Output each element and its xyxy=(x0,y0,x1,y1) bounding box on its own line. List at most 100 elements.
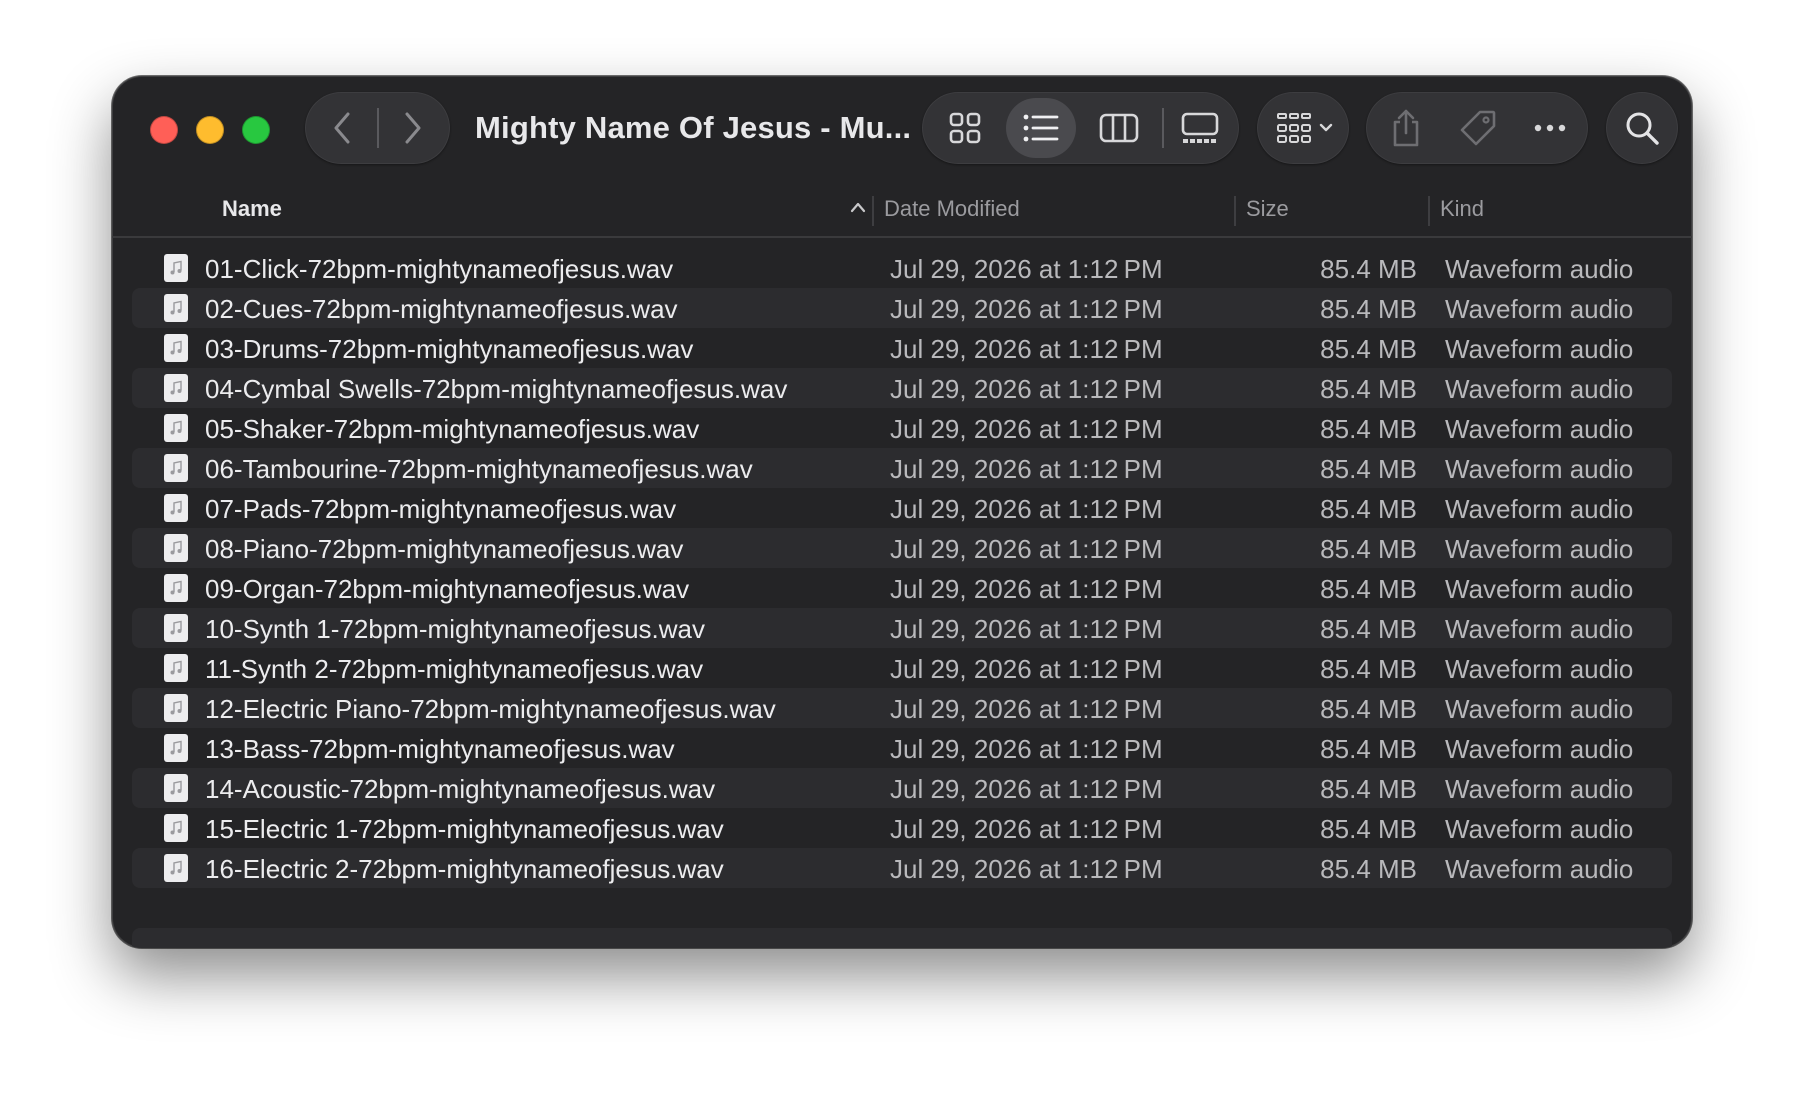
view-mode-group xyxy=(922,92,1239,164)
table-row[interactable]: 10-Synth 1-72bpm-mightynameofjesus.wav Ju… xyxy=(132,608,1672,648)
file-date-modified: Jul 29, 2026 at 1:12 PM xyxy=(890,854,1163,884)
table-row[interactable]: 14-Acoustic-72bpm-mightynameofjesus.wav J… xyxy=(132,768,1672,808)
audio-file-icon xyxy=(164,814,188,842)
column-separator[interactable] xyxy=(1234,196,1236,226)
file-date-modified: Jul 29, 2026 at 1:12 PM xyxy=(890,814,1163,844)
search-icon xyxy=(1626,112,1659,145)
file-size: 85.4 MB xyxy=(1320,414,1417,444)
file-kind: Waveform audio xyxy=(1445,334,1634,364)
table-row[interactable]: 05-Shaker-72bpm-mightynameofjesus.wav Jul… xyxy=(132,408,1672,448)
table-row[interactable]: 07-Pads-72bpm-mightynameofjesus.wav Jul 2… xyxy=(132,488,1672,528)
file-name: 06-Tambourine-72bpm-mightynameofjesus.wa… xyxy=(205,454,753,484)
file-name: 02-Cues-72bpm-mightynameofjesus.wav xyxy=(205,294,678,324)
file-name: 16-Electric 2-72bpm-mightynameofjesus.wa… xyxy=(205,854,724,884)
column-header-name[interactable]: Name xyxy=(222,196,282,222)
more-button[interactable] xyxy=(1518,98,1582,158)
table-row[interactable]: 15-Electric 1-72bpm-mightynameofjesus.wa… xyxy=(132,808,1672,848)
file-size: 85.4 MB xyxy=(1320,454,1417,484)
file-kind: Waveform audio xyxy=(1445,494,1634,524)
file-name: 07-Pads-72bpm-mightynameofjesus.wav xyxy=(205,494,677,524)
file-date-modified: Jul 29, 2026 at 1:12 PM xyxy=(890,654,1163,684)
share-button[interactable] xyxy=(1374,98,1438,158)
file-size: 85.4 MB xyxy=(1320,854,1417,884)
file-name: 14-Acoustic-72bpm-mightynameofjesus.wav xyxy=(205,774,716,804)
back-button[interactable] xyxy=(311,98,373,158)
file-kind: Waveform audio xyxy=(1445,574,1634,604)
file-date-modified: Jul 29, 2026 at 1:12 PM xyxy=(890,254,1163,284)
column-separator[interactable] xyxy=(872,196,874,226)
table-row[interactable]: 04-Cymbal Swells-72bpm-mightynameofjesus… xyxy=(132,368,1672,408)
file-kind: Waveform audio xyxy=(1445,694,1634,724)
file-name: 01-Click-72bpm-mightynameofjesus.wav xyxy=(205,254,674,284)
file-kind: Waveform audio xyxy=(1445,814,1634,844)
audio-file-icon xyxy=(164,534,188,562)
file-name: 09-Organ-72bpm-mightynameofjesus.wav xyxy=(205,574,690,604)
file-name: 05-Shaker-72bpm-mightynameofjesus.wav xyxy=(205,414,700,444)
chevron-down-icon xyxy=(1319,123,1333,132)
icon-view-button[interactable] xyxy=(930,98,1000,158)
search-button[interactable] xyxy=(1606,92,1678,164)
file-date-modified: Jul 29, 2026 at 1:12 PM xyxy=(890,614,1163,644)
table-row[interactable]: 11-Synth 2-72bpm-mightynameofjesus.wav Ju… xyxy=(132,648,1672,688)
table-row[interactable]: 09-Organ-72bpm-mightynameofjesus.wav Jul … xyxy=(132,568,1672,608)
table-row[interactable]: 01-Click-72bpm-mightynameofjesus.wav Jul … xyxy=(132,248,1672,288)
audio-file-icon xyxy=(164,774,188,802)
column-header-kind[interactable]: Kind xyxy=(1440,196,1484,222)
table-row[interactable]: 02-Cues-72bpm-mightynameofjesus.wav Jul 2… xyxy=(132,288,1672,328)
column-header-date-modified[interactable]: Date Modified xyxy=(884,196,1020,222)
file-list: 01-Click-72bpm-mightynameofjesus.wav Jul … xyxy=(132,248,1672,888)
file-kind: Waveform audio xyxy=(1445,294,1634,324)
file-date-modified: Jul 29, 2026 at 1:12 PM xyxy=(890,494,1163,524)
tag-icon xyxy=(1460,110,1496,146)
file-date-modified: Jul 29, 2026 at 1:12 PM xyxy=(890,374,1163,404)
table-row[interactable]: 03-Drums-72bpm-mightynameofjesus.wav Jul … xyxy=(132,328,1672,368)
file-size: 85.4 MB xyxy=(1320,494,1417,524)
close-window-button[interactable] xyxy=(150,116,178,144)
maximize-window-button[interactable] xyxy=(242,116,270,144)
audio-file-icon xyxy=(164,734,188,762)
tag-button[interactable] xyxy=(1446,98,1510,158)
file-name: 11-Synth 2-72bpm-mightynameofjesus.wav xyxy=(205,654,704,684)
audio-file-icon xyxy=(164,374,188,402)
file-size: 85.4 MB xyxy=(1320,294,1417,324)
column-view-button[interactable] xyxy=(1084,98,1154,158)
search-control[interactable] xyxy=(1612,98,1672,158)
audio-file-icon xyxy=(164,494,188,522)
list-view-button[interactable] xyxy=(1006,98,1076,158)
table-row[interactable]: 08-Piano-72bpm-mightynameofjesus.wav Jul … xyxy=(132,528,1672,568)
file-name: 12-Electric Piano-72bpm-mightynameofjesu… xyxy=(205,694,776,724)
empty-list-row xyxy=(132,928,1672,948)
chevron-right-icon xyxy=(405,112,421,144)
group-by-control[interactable] xyxy=(1267,98,1343,158)
file-size: 85.4 MB xyxy=(1320,614,1417,644)
file-size: 85.4 MB xyxy=(1320,734,1417,764)
icon-view-icon xyxy=(949,112,981,144)
table-row[interactable]: 12-Electric Piano-72bpm-mightynameofjesu… xyxy=(132,688,1672,728)
file-name: 15-Electric 1-72bpm-mightynameofjesus.wa… xyxy=(205,814,724,844)
finder-window: Mighty Name Of Jesus - Mu... Name Date M… xyxy=(112,76,1692,948)
navigation-group xyxy=(305,92,450,164)
file-size: 85.4 MB xyxy=(1320,254,1417,284)
group-by-button[interactable] xyxy=(1257,92,1349,164)
table-row[interactable]: 16-Electric 2-72bpm-mightynameofjesus.wa… xyxy=(132,848,1672,888)
audio-file-icon xyxy=(164,414,188,442)
chevron-up-icon[interactable] xyxy=(849,200,867,214)
file-kind: Waveform audio xyxy=(1445,774,1634,804)
share-icon xyxy=(1393,109,1419,147)
file-name: 10-Synth 1-72bpm-mightynameofjesus.wav xyxy=(205,614,706,644)
gallery-view-button[interactable] xyxy=(1167,98,1233,158)
minimize-window-button[interactable] xyxy=(196,116,224,144)
column-header-size[interactable]: Size xyxy=(1246,196,1289,222)
file-size: 85.4 MB xyxy=(1320,654,1417,684)
more-icon xyxy=(1534,124,1566,132)
table-row[interactable]: 06-Tambourine-72bpm-mightynameofjesus.wa… xyxy=(132,448,1672,488)
table-row[interactable]: 13-Bass-72bpm-mightynameofjesus.wav Jul 2… xyxy=(132,728,1672,768)
file-date-modified: Jul 29, 2026 at 1:12 PM xyxy=(890,694,1163,724)
forward-button[interactable] xyxy=(382,98,444,158)
file-size: 85.4 MB xyxy=(1320,334,1417,364)
file-size: 85.4 MB xyxy=(1320,814,1417,844)
column-separator[interactable] xyxy=(1428,196,1430,226)
file-size: 85.4 MB xyxy=(1320,774,1417,804)
file-date-modified: Jul 29, 2026 at 1:12 PM xyxy=(890,734,1163,764)
file-name: 04-Cymbal Swells-72bpm-mightynameofjesus… xyxy=(205,374,788,404)
